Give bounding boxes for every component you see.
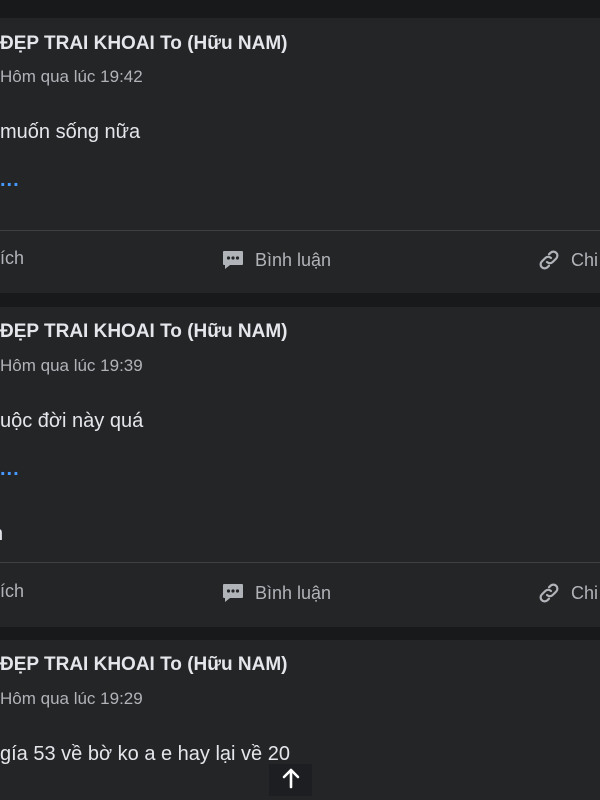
post-divider xyxy=(0,562,600,563)
share-link-label: Chi xyxy=(571,582,599,603)
comment-button-label: Bình luận xyxy=(255,249,332,270)
see-more-link[interactable]: ... xyxy=(0,170,20,190)
link-icon xyxy=(537,248,561,272)
see-more-link[interactable]: ... xyxy=(0,459,20,479)
post-text: gía 53 về bờ ko a e hay lại về 20 xyxy=(0,743,290,765)
post-card: ĐẸP TRAI KHOAI To (Hữu NAM) Hôm qua lúc … xyxy=(0,307,600,627)
comment-icon xyxy=(221,581,245,605)
post-timestamp[interactable]: Hôm qua lúc 19:29 xyxy=(0,689,143,709)
post-divider xyxy=(0,230,600,231)
comment-button-label: Bình luận xyxy=(255,582,332,603)
post-timestamp[interactable]: Hôm qua lúc 19:42 xyxy=(0,67,143,87)
post-timestamp[interactable]: Hôm qua lúc 19:39 xyxy=(0,356,143,376)
share-link-label: Chi xyxy=(571,249,599,270)
post-text-extra: n xyxy=(0,523,3,546)
post-card: ĐẸP TRAI KHOAI To (Hữu NAM) Hôm qua lúc … xyxy=(0,18,600,293)
post-author[interactable]: ĐẸP TRAI KHOAI To (Hữu NAM) xyxy=(0,654,287,676)
post-author[interactable]: ĐẸP TRAI KHOAI To (Hữu NAM) xyxy=(0,33,287,55)
comment-icon xyxy=(221,248,245,272)
post-author[interactable]: ĐẸP TRAI KHOAI To (Hữu NAM) xyxy=(0,321,287,343)
share-link-button[interactable]: Chi xyxy=(537,581,598,605)
like-button-label: ích xyxy=(0,248,25,268)
like-button[interactable]: ích xyxy=(0,581,24,602)
share-link-button[interactable]: Chi xyxy=(537,248,598,272)
comment-button[interactable]: Bình luận xyxy=(221,248,331,272)
post-text: muốn sống nữa xyxy=(0,121,141,143)
link-icon xyxy=(537,581,561,605)
comment-button[interactable]: Bình luận xyxy=(221,581,331,605)
scroll-to-top-button[interactable] xyxy=(269,764,312,796)
post-text: uộc đời này quá xyxy=(0,410,144,432)
like-button-label: ích xyxy=(0,581,25,601)
arrow-up-icon xyxy=(281,767,301,794)
news-feed: ĐẸP TRAI KHOAI To (Hữu NAM) Hôm qua lúc … xyxy=(0,0,600,800)
like-button[interactable]: ích xyxy=(0,248,24,269)
